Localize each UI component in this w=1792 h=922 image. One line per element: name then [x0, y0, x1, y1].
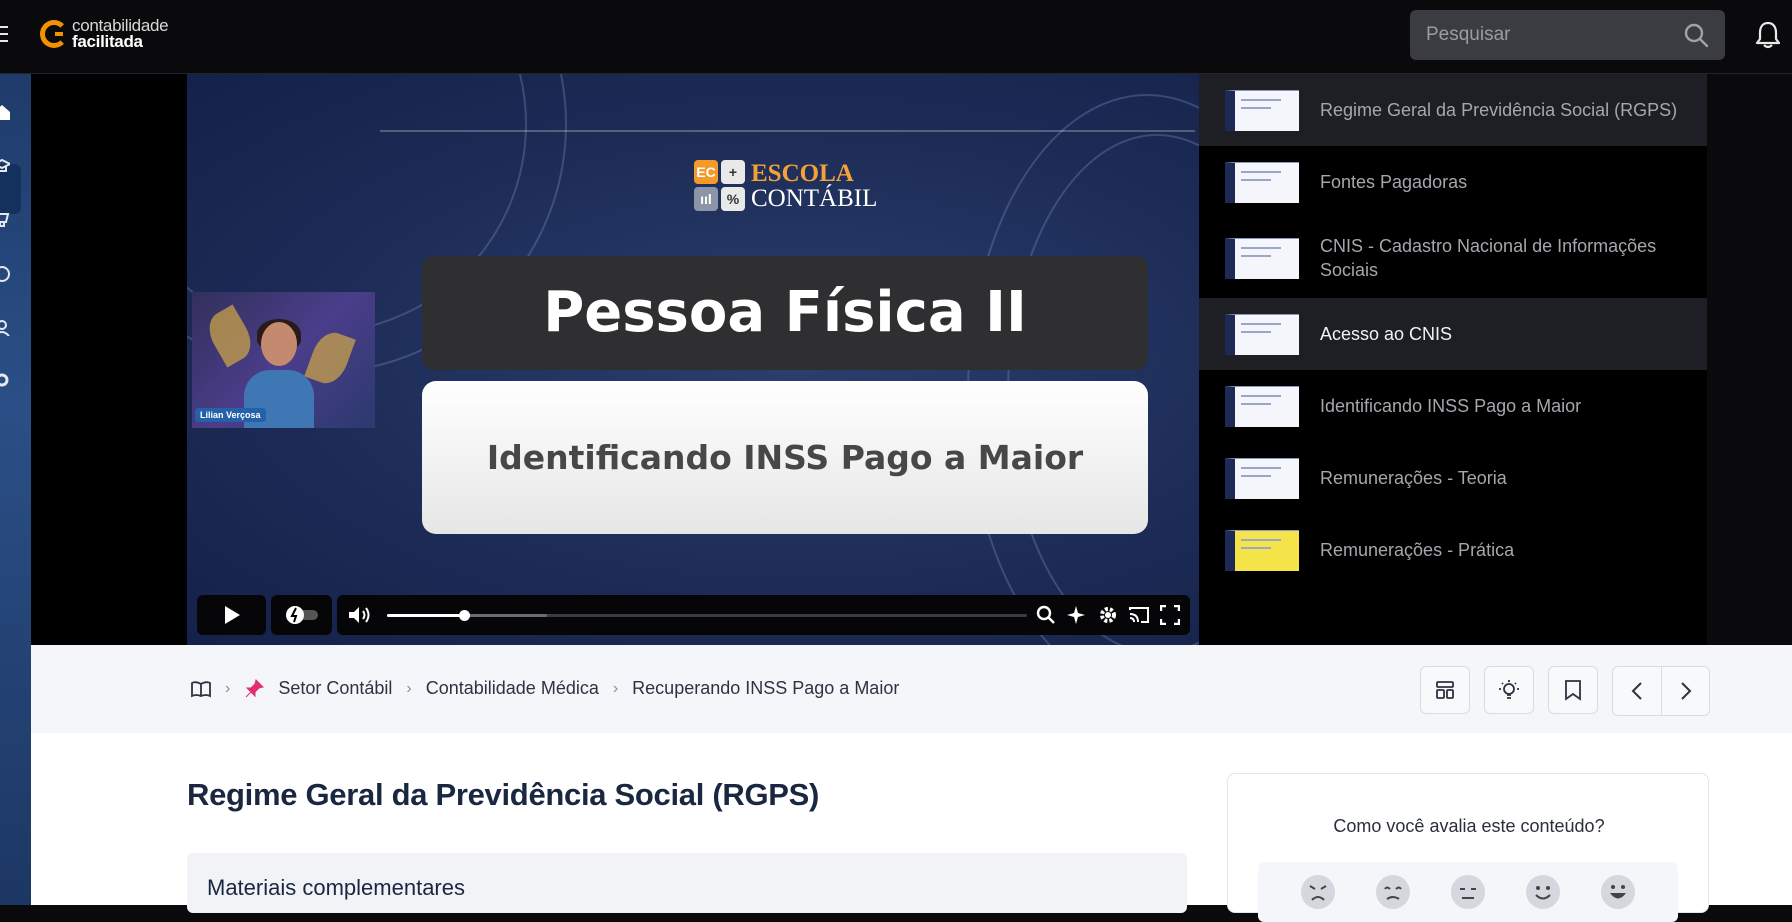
chevron-left-icon: [1631, 682, 1642, 700]
trophy-icon[interactable]: [0, 212, 10, 228]
logo-line2: facilitada: [72, 32, 143, 51]
logo-mark-icon: [40, 20, 68, 48]
breadcrumb-item[interactable]: Contabilidade Médica: [426, 678, 599, 699]
rating-options: [1258, 862, 1678, 922]
graduation-icon[interactable]: [0, 158, 10, 174]
lesson-thumbnail: [1225, 313, 1299, 355]
settings-gear-icon[interactable]: [1098, 605, 1118, 625]
sparkle-ai-icon[interactable]: [1067, 605, 1087, 625]
play-icon: [224, 606, 240, 624]
chevron-right-icon: ›: [612, 679, 619, 697]
speed-toggle[interactable]: [271, 595, 332, 635]
search-input[interactable]: [1426, 24, 1666, 46]
logo[interactable]: contabilidade facilitada: [40, 17, 169, 51]
next-lesson-button[interactable]: [1661, 667, 1709, 715]
playlist-item[interactable]: Remunerações - Teoria: [1199, 442, 1707, 514]
page-actions: [1420, 666, 1710, 716]
chevron-right-icon: ›: [225, 679, 231, 697]
brand-line1: ESCOLA: [751, 159, 854, 187]
presenter-name: Lilian Verçosa: [195, 408, 266, 422]
lesson-content: Regime Geral da Previdência Social (RGPS…: [31, 733, 1792, 922]
lesson-nav: [1612, 666, 1710, 716]
page-title: Regime Geral da Previdência Social (RGPS…: [187, 777, 820, 812]
play-button[interactable]: [197, 595, 266, 635]
playlist-item[interactable]: Fontes Pagadoras: [1199, 146, 1707, 218]
playlist-item-title: Identificando INSS Pago a Maior: [1320, 396, 1582, 416]
playlist-item[interactable]: Regime Geral da Previdência Social (RGPS…: [1199, 74, 1707, 146]
lesson-thumbnail: [1225, 237, 1299, 279]
playlist-item-title: Remunerações - Prática: [1320, 540, 1515, 560]
book-icon[interactable]: [191, 680, 211, 698]
control-bar: [337, 595, 1190, 635]
slide-top-line: [380, 130, 1195, 132]
layout-toggle-button[interactable]: [1420, 666, 1470, 714]
previous-lesson-button[interactable]: [1613, 667, 1661, 715]
pin-icon: [245, 678, 265, 697]
breadcrumb-bar: › Setor Contábil › Contabilidade Médica …: [31, 645, 1792, 733]
side-rail: [0, 74, 31, 905]
fullscreen-icon[interactable]: [1160, 605, 1180, 625]
brand-cell: +: [721, 160, 745, 184]
user-icon[interactable]: [0, 320, 10, 336]
escola-contabil-logo: EC + ııl % ESCOLA CONTÁBIL: [694, 160, 877, 211]
playlist-item-title: Fontes Pagadoras: [1320, 172, 1468, 192]
home-icon[interactable]: [0, 104, 10, 120]
lesson-playlist: Regime Geral da Previdência Social (RGPS…: [1199, 74, 1707, 645]
theme-toggle-button[interactable]: [1484, 666, 1534, 714]
top-bar: contabilidade facilitada: [0, 0, 1792, 74]
search-icon[interactable]: [1683, 22, 1709, 53]
playlist-item-title: CNIS - Cadastro Nacional de Informações …: [1320, 236, 1657, 280]
settings-icon[interactable]: [0, 372, 10, 388]
playlist-item[interactable]: Remunerações - Prática: [1199, 514, 1707, 586]
speed-toggle-icon: [285, 606, 318, 624]
progress-bar[interactable]: [387, 610, 1027, 621]
progress-handle[interactable]: [458, 610, 470, 621]
menu-icon[interactable]: [0, 26, 8, 46]
brand-cell: %: [721, 187, 745, 211]
playlist-item[interactable]: Acesso ao CNIS: [1199, 298, 1707, 370]
brand-cell: EC: [694, 160, 718, 184]
chevron-right-icon: ›: [406, 679, 412, 697]
breadcrumb-item[interactable]: Recuperando INSS Pago a Maior: [632, 678, 899, 699]
cast-icon[interactable]: [1129, 605, 1149, 625]
materials-section[interactable]: Materiais complementares: [187, 853, 1187, 913]
volume-icon[interactable]: [347, 605, 373, 625]
slide-subtitle: Identificando INSS Pago a Maior: [422, 381, 1148, 534]
lesson-thumbnail: [1225, 457, 1299, 499]
lightbulb-icon: [1499, 680, 1519, 699]
search-box[interactable]: [1410, 10, 1725, 60]
lesson-thumbnail: [1225, 529, 1299, 571]
materials-heading: Materiais complementares: [207, 875, 465, 900]
player-controls: [197, 595, 1190, 635]
lesson-thumbnail: [1225, 161, 1299, 203]
slide-title: Pessoa Física II: [422, 256, 1148, 370]
brand-cell: ııl: [694, 187, 718, 211]
breadcrumb: › Setor Contábil › Contabilidade Médica …: [191, 678, 899, 699]
chevron-right-icon: [1680, 682, 1691, 700]
rating-card: Como você avalia este conteúdo?: [1227, 773, 1709, 922]
playlist-item[interactable]: CNIS - Cadastro Nacional de Informações …: [1199, 218, 1707, 298]
playlist-item-title: Regime Geral da Previdência Social (RGPS…: [1320, 100, 1678, 120]
presenter-webcam: Lilian Verçosa: [192, 292, 375, 428]
brand-line2: CONTÁBIL: [751, 184, 878, 212]
bookmark-icon: [1565, 680, 1581, 701]
playlist-item-title: Acesso ao CNIS: [1320, 324, 1453, 344]
search-icon[interactable]: [1036, 605, 1056, 625]
progress-fill: [387, 614, 464, 617]
playlist-item-title: Remunerações - Teoria: [1320, 468, 1507, 488]
bookmark-button[interactable]: [1548, 666, 1598, 714]
help-icon[interactable]: [0, 266, 10, 282]
notification-bell-icon[interactable]: [1754, 20, 1782, 55]
lesson-thumbnail: [1225, 385, 1299, 427]
lesson-thumbnail: [1225, 89, 1299, 131]
rating-question: Como você avalia este conteúdo?: [1333, 816, 1605, 836]
breadcrumb-item[interactable]: Setor Contábil: [278, 678, 392, 699]
playlist-item[interactable]: Identificando INSS Pago a Maior: [1199, 370, 1707, 442]
layout-icon: [1436, 681, 1454, 699]
